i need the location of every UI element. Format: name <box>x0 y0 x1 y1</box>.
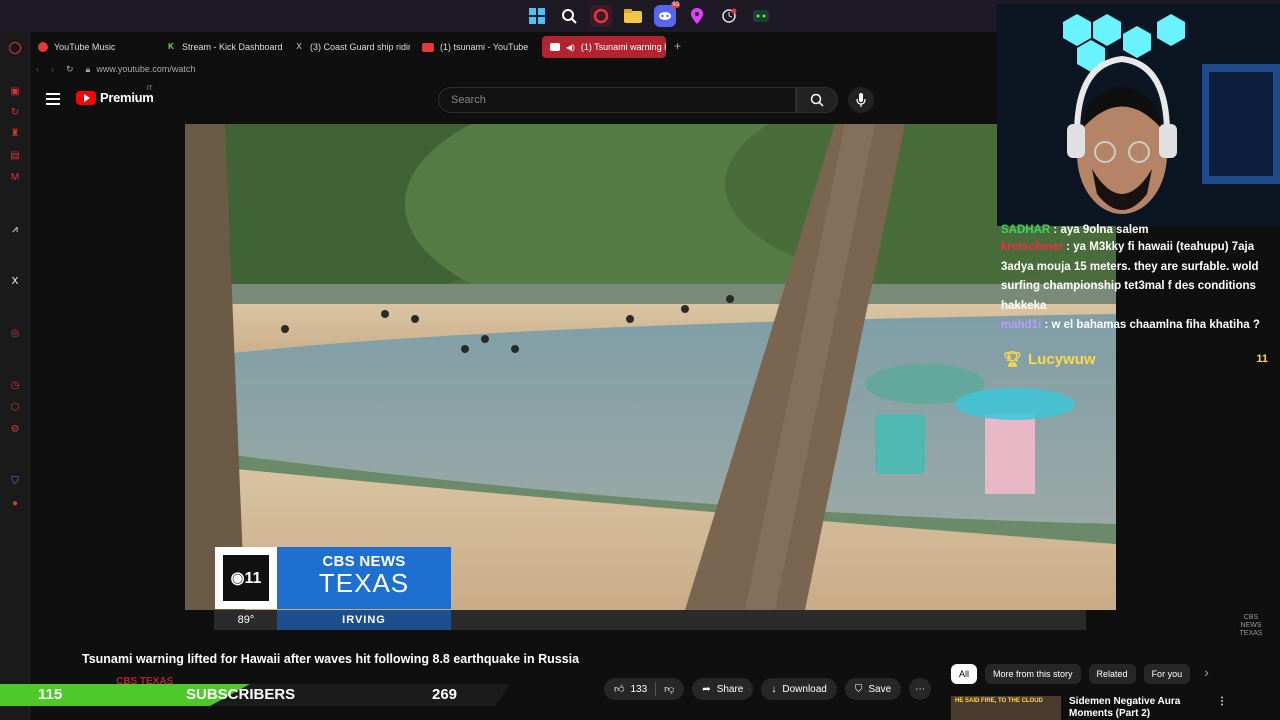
chip-related[interactable]: Related <box>1088 664 1136 684</box>
download-button[interactable]: ↓ Download <box>761 678 837 700</box>
gift-count: 11 <box>1256 353 1268 365</box>
windows-icon[interactable] <box>526 5 548 27</box>
streamer-webcam <box>997 4 1280 226</box>
more-vert-icon[interactable]: ⋮ <box>1217 696 1227 720</box>
search-icon[interactable] <box>558 5 580 27</box>
speaker-icon: ◀) <box>566 42 575 52</box>
youtube-music-icon <box>38 42 48 52</box>
subscriber-goal-bar: 115 SUBSCRIBERS 269 <box>0 684 510 706</box>
thumbs-up-icon: 👍︎ <box>614 684 625 695</box>
tab-tsunami-search[interactable]: (1) tsunami - YouTube <box>414 36 538 58</box>
search-button[interactable] <box>796 87 838 113</box>
opera-menu-icon[interactable] <box>9 42 21 54</box>
video-actions: 👍︎ 133 👎︎ ➦ Share ↓ Download ⛉ Save ⋯ <box>604 678 932 700</box>
url-field[interactable]: www.youtube.com/watch <box>96 64 195 74</box>
sidebar-clock-icon[interactable]: ◷ <box>9 380 21 392</box>
tab-tsunami-warning[interactable]: ◀) (1) Tsunami warning li <box>542 36 666 58</box>
more-actions-button[interactable]: ⋯ <box>909 678 932 700</box>
browser-sidebar: ▣ ↻ ♜ ▤ M ⩘ X ◎ ◷ ⬡ ⚙ ⛉ ● <box>0 32 30 720</box>
voice-search-button[interactable] <box>848 87 874 113</box>
tab-youtube-music[interactable]: YouTube Music <box>30 36 154 58</box>
trophy-icon: 🏆︎ <box>1003 351 1023 368</box>
thumbs-down-icon[interactable]: 👎︎ <box>664 683 674 695</box>
recommended-video[interactable]: HE SAID FIRE, TO THE CLOUD Sidemen Negat… <box>951 696 1227 720</box>
sidebar-wallet-icon[interactable]: ♜ <box>9 128 21 140</box>
video-title: Tsunami warning lifted for Hawaii after … <box>82 652 580 666</box>
forward-icon[interactable]: › <box>51 64 54 74</box>
recommendation-chips: All More from this story Related For you… <box>951 664 1215 684</box>
chat-user: mahd1i <box>1001 319 1042 331</box>
microphone-icon <box>856 93 866 107</box>
video-frame <box>185 124 1116 610</box>
search-input[interactable]: Search <box>438 87 796 113</box>
clock-icon[interactable] <box>718 5 740 27</box>
chevron-right-icon[interactable]: › <box>1198 664 1215 684</box>
like-button[interactable]: 👍︎ 133 👎︎ <box>604 678 685 700</box>
chat-message: SADHAR : aya 9olna salem <box>1001 224 1149 236</box>
like-count: 133 <box>630 683 648 695</box>
sidebar-app-icon[interactable]: ▣ <box>9 86 21 98</box>
lock-icon: 🔒︎ <box>85 63 91 74</box>
share-button[interactable]: ➦ Share <box>692 678 754 700</box>
country-code: IT <box>147 86 153 92</box>
youtube-logo-icon <box>76 90 96 105</box>
youtube-icon <box>550 43 560 51</box>
youtube-premium-logo[interactable]: Premium <box>76 90 154 105</box>
discord-badge: 93 <box>671 2 680 8</box>
cbs11-logo: ◉11 <box>215 547 277 609</box>
folder-icon[interactable] <box>622 5 644 27</box>
tab-x-coast-guard[interactable]: X (3) Coast Guard ship ridin <box>286 36 410 58</box>
new-tab-button[interactable]: + <box>670 36 685 58</box>
bookmark-icon: ⛉ <box>854 683 863 695</box>
sidebar-history-icon[interactable]: ↻ <box>9 107 21 119</box>
chat-user: kretschmer <box>1001 241 1064 253</box>
sidebar-shield-icon[interactable]: ⛉ <box>9 476 21 488</box>
subscriber-label: SUBSCRIBERS <box>186 686 296 703</box>
share-icon: ➦ <box>702 683 711 695</box>
discord-icon[interactable]: 93 <box>654 2 680 27</box>
chat-message: kretschmer : ya M3kky fi hawaii (teahupu… <box>1001 241 1259 312</box>
tab-kick-dashboard[interactable]: K Stream - Kick Dashboard <box>158 36 282 58</box>
cbs-watermark: CBS NEWS TEXAS <box>1239 614 1263 637</box>
hamburger-menu-icon[interactable] <box>46 93 60 105</box>
sidebar-settings-icon[interactable]: ⚙ <box>9 424 21 436</box>
sidebar-kick-icon[interactable]: ⩘ <box>9 224 21 236</box>
sidebar-mail-icon[interactable]: M <box>9 172 21 184</box>
reload-icon[interactable]: ↻ <box>66 64 74 75</box>
gift-user: Lucywuw <box>1028 350 1096 368</box>
chip-for-you[interactable]: For you <box>1143 664 1191 684</box>
subscriber-current: 115 <box>38 686 63 703</box>
city-label: IRVING <box>277 610 451 630</box>
subscriber-goal: 269 <box>432 686 458 703</box>
chat-user: SADHAR <box>1001 224 1051 236</box>
youtube-icon <box>422 42 434 52</box>
chip-all[interactable]: All <box>951 664 978 684</box>
maps-icon[interactable] <box>686 5 708 27</box>
sidebar-extension-icon[interactable]: ⬡ <box>9 402 21 414</box>
video-player[interactable] <box>185 124 1116 610</box>
webcam-feed <box>997 4 1280 226</box>
opera-icon[interactable] <box>590 5 612 27</box>
sidebar-more-icon[interactable]: ● <box>9 498 21 510</box>
cbs-news-texas-logo: ◉11 CBS NEWS TEXAS 89° IRVING <box>215 547 451 630</box>
gift-leaderboard: 🏆︎ Lucywuw 11 <box>997 346 1280 372</box>
recommended-title: Sidemen Negative Aura Moments (Part 2) <box>1069 696 1181 719</box>
app-icon[interactable] <box>750 5 772 27</box>
x-icon: X <box>296 42 302 51</box>
video-thumbnail: HE SAID FIRE, TO THE CLOUD <box>951 696 1061 720</box>
news-region: TEXAS <box>318 568 410 598</box>
sidebar-music-icon[interactable]: ▤ <box>9 150 21 162</box>
back-icon[interactable]: ‹ <box>36 64 39 74</box>
kick-icon: K <box>168 42 174 51</box>
save-button[interactable]: ⛉ Save <box>844 678 902 700</box>
sidebar-x-icon[interactable]: X <box>9 276 21 288</box>
tab-strip: YouTube Music K Stream - Kick Dashboard X… <box>30 36 685 58</box>
sidebar-player-icon[interactable]: ◎ <box>9 328 21 340</box>
chat-message: mahd1i : w el bahamas chaamlna fiha khat… <box>1001 319 1260 331</box>
search-icon <box>810 93 824 107</box>
temperature: 89° <box>215 610 277 630</box>
download-icon: ↓ <box>771 683 777 695</box>
chip-more-from-story[interactable]: More from this story <box>985 664 1081 684</box>
address-bar: ‹ › ↻ 🔒︎ www.youtube.com/watch <box>30 60 1000 78</box>
